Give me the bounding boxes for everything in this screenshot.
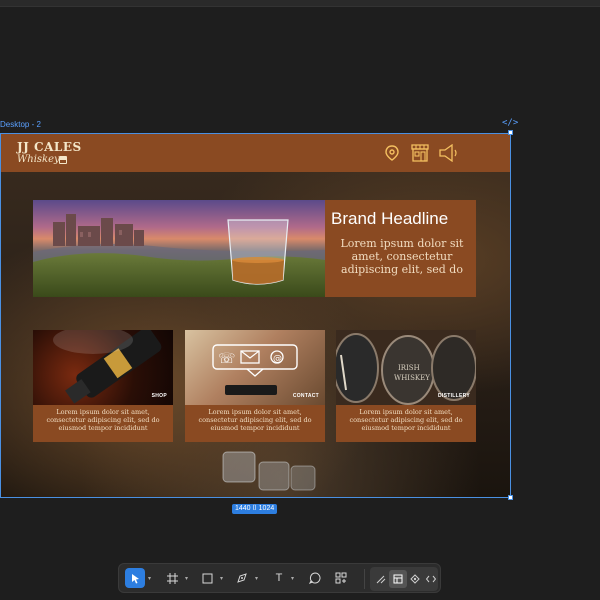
- whiskey-glass-icon: [59, 156, 67, 164]
- whiskey-barrels-image: IRISH WHISKEY DISTILLERY: [336, 330, 476, 405]
- frame-tool-icon[interactable]: [162, 568, 182, 588]
- pen-tool-caret-icon[interactable]: ▾: [255, 575, 258, 582]
- brand-section: Brand Headline Lorem ipsum dolor sit ame…: [33, 200, 476, 297]
- card-text-shop: Lorem ipsum dolor sit amet, consectetur …: [33, 405, 173, 442]
- svg-text:WHISKEY: WHISKEY: [394, 374, 430, 382]
- resize-handle-bottom-right[interactable]: [508, 495, 513, 500]
- text-tool-caret-icon[interactable]: ▾: [291, 575, 294, 582]
- draw-mode-icon[interactable]: [372, 570, 390, 588]
- card-label-contact: CONTACT: [292, 393, 319, 399]
- code-icon[interactable]: </>: [502, 118, 518, 128]
- design-mode-icon[interactable]: [389, 570, 407, 588]
- text-tool-icon[interactable]: T: [269, 568, 289, 588]
- ice-cubes-image: [222, 451, 316, 491]
- castle-landscape-image: [33, 200, 325, 297]
- dev-mode-icon[interactable]: [422, 570, 440, 588]
- distillery-card[interactable]: IRISH WHISKEY DISTILLERY Lorem ipsum dol…: [336, 330, 476, 442]
- comment-tool-icon[interactable]: [305, 568, 325, 588]
- move-tool-caret-icon[interactable]: ▾: [148, 575, 151, 582]
- card-label-distillery: DISTILLERY: [438, 393, 470, 399]
- top-bar: [0, 0, 600, 7]
- map-pin-icon[interactable]: [383, 144, 401, 162]
- logo-title[interactable]: JJ CALES: [17, 140, 82, 154]
- shop-card[interactable]: SHOP Lorem ipsum dolor sit amet, consect…: [33, 330, 173, 442]
- resize-handle-top-right[interactable]: [508, 130, 513, 135]
- storefront-icon[interactable]: [410, 143, 430, 163]
- brand-headline[interactable]: Brand Headline: [331, 209, 448, 229]
- svg-text:@: @: [273, 354, 282, 364]
- speaker-icon[interactable]: [438, 144, 462, 162]
- frame-label[interactable]: Desktop - 2: [0, 120, 41, 129]
- shape-tool-caret-icon[interactable]: ▾: [220, 575, 223, 582]
- contact-card[interactable]: ☏ @ CONTACT Lorem ipsum dolor sit amet, …: [185, 330, 325, 442]
- card-text-contact: Lorem ipsum dolor sit amet, consectetur …: [185, 405, 325, 442]
- shape-tool-icon[interactable]: [197, 568, 217, 588]
- site-header: JJ CALES Whiskey: [0, 133, 511, 172]
- logo-script[interactable]: Whiskey: [17, 154, 60, 165]
- move-tool-icon[interactable]: [125, 568, 145, 588]
- brand-body-text[interactable]: Lorem ipsum dolor sit amet, consectetur …: [333, 237, 471, 276]
- contact-phone-image: ☏ @ CONTACT: [185, 330, 325, 405]
- whiskey-bottle-image: SHOP: [33, 330, 173, 405]
- desktop-frame[interactable]: JJ CALES Whiskey Brand Headline Lorem ip…: [0, 133, 511, 498]
- card-label-shop: SHOP: [151, 393, 167, 399]
- frame-tool-caret-icon[interactable]: ▾: [185, 575, 188, 582]
- bottom-toolbar: ▾ ▾ ▾ ▾ T ▾: [118, 563, 441, 593]
- pen-tool-icon[interactable]: [232, 568, 252, 588]
- mode-switcher: [370, 567, 438, 591]
- svg-text:☏: ☏: [218, 351, 236, 367]
- dimension-badge: 1440 ⌷ 1024: [232, 504, 278, 514]
- brand-text-box: Brand Headline Lorem ipsum dolor sit ame…: [325, 200, 476, 297]
- toolbar-divider: [364, 569, 365, 589]
- card-text-distillery: Lorem ipsum dolor sit amet, consectetur …: [336, 405, 476, 442]
- actions-tool-icon[interactable]: [331, 568, 351, 588]
- svg-text:IRISH: IRISH: [398, 364, 420, 372]
